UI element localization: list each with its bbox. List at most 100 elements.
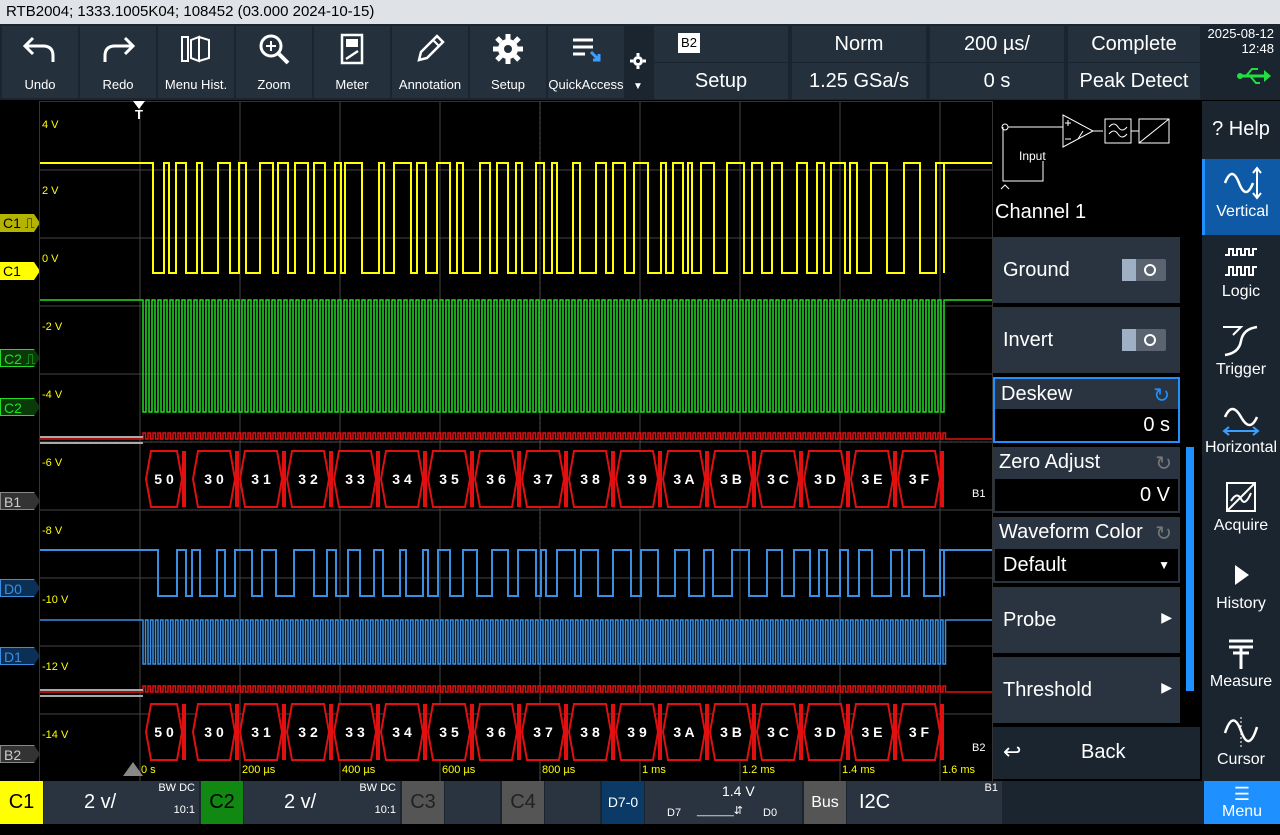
decode-byte-label: 3 B bbox=[720, 471, 742, 487]
redo-icon bbox=[103, 36, 135, 62]
c2-offset-tag[interactable]: C2 bbox=[0, 398, 40, 416]
c1-threshold-tag[interactable]: C1 ⎍ bbox=[0, 214, 40, 232]
chevron-right-icon: ▶ bbox=[1161, 609, 1172, 625]
c3-settings[interactable] bbox=[445, 781, 500, 824]
menu-history-label: Menu Hist. bbox=[164, 77, 228, 92]
threshold-row[interactable]: Threshold ▶ bbox=[993, 657, 1180, 723]
deskew-row[interactable]: Deskew ↻ 0 s bbox=[993, 377, 1180, 443]
c4-button[interactable]: C4 bbox=[502, 781, 544, 824]
c1-button[interactable]: C1 bbox=[0, 781, 43, 824]
channel-panel: Input Channel 1 Ground Invert Deskew ↻ 0… bbox=[993, 101, 1200, 781]
deskew-label: Deskew bbox=[1001, 383, 1073, 405]
zoom-button[interactable]: Zoom bbox=[236, 26, 312, 98]
meter-button[interactable]: Meter bbox=[314, 26, 390, 98]
acquisition-status[interactable]: Complete bbox=[1068, 26, 1200, 62]
ack-bar bbox=[282, 704, 286, 760]
menu-history[interactable]: History bbox=[1202, 551, 1280, 627]
ground-toggle[interactable] bbox=[1122, 259, 1166, 281]
decode-byte-label: 3 3 bbox=[345, 724, 365, 740]
decode-byte-label: 3 2 bbox=[298, 471, 318, 487]
zero-adjust-value[interactable]: 0 V bbox=[995, 479, 1178, 511]
menu-vertical[interactable]: Vertical bbox=[1202, 159, 1280, 235]
reset-icon[interactable]: ↻ bbox=[1153, 383, 1170, 408]
quickaccess-button[interactable]: QuickAccess bbox=[548, 26, 624, 98]
decode-byte-label: 3 1 bbox=[251, 724, 271, 740]
invert-toggle[interactable] bbox=[1122, 329, 1166, 351]
ack-bar bbox=[182, 704, 186, 760]
invert-row[interactable]: Invert bbox=[993, 307, 1180, 373]
horizontal-offset[interactable]: 0 s bbox=[930, 63, 1064, 99]
decode-byte-label: 3 B bbox=[720, 724, 742, 740]
chevron-right-icon: ▶ bbox=[1161, 679, 1172, 695]
probe-row[interactable]: Probe ▶ bbox=[993, 587, 1180, 653]
waveform-color-value: Default bbox=[1003, 554, 1067, 576]
pencil-icon bbox=[417, 34, 445, 62]
trigger-label: Trigger bbox=[1215, 361, 1267, 378]
menu-button[interactable]: ☰ Menu bbox=[1204, 781, 1280, 824]
b2-tag[interactable]: B2 bbox=[0, 745, 40, 763]
b1-tag[interactable]: B1 bbox=[0, 492, 40, 510]
waveform-color-row[interactable]: Waveform Color ↻ Default ▼ bbox=[993, 517, 1180, 583]
menu-cursor[interactable]: Cursor bbox=[1202, 707, 1280, 783]
zero-adjust-row[interactable]: Zero Adjust ↻ 0 V bbox=[993, 447, 1180, 513]
menu-history-button[interactable]: Menu Hist. bbox=[158, 26, 234, 98]
reset-icon[interactable]: ↻ bbox=[1155, 521, 1172, 546]
setup-cell[interactable]: Setup bbox=[654, 63, 788, 99]
tscale-label: 1.4 ms bbox=[842, 764, 876, 776]
bus-settings[interactable]: I2C B1 bbox=[847, 781, 1002, 824]
menu-horizontal[interactable]: Horizontal bbox=[1202, 395, 1280, 471]
ground-row[interactable]: Ground bbox=[993, 237, 1180, 303]
c1-offset-tag[interactable]: C1 bbox=[0, 262, 40, 280]
menu-measure[interactable]: Measure bbox=[1202, 629, 1280, 705]
logic-icon bbox=[1225, 248, 1257, 276]
reset-icon[interactable]: ↻ bbox=[1155, 451, 1172, 476]
digital-threshold-bar-icon: ______⇵ bbox=[697, 805, 743, 817]
window-title: RTB2004; 1333.1005K04; 108452 (03.000 20… bbox=[0, 0, 1280, 24]
decode-byte-label: 3 F bbox=[909, 724, 930, 740]
trigger-position-marker[interactable]: T bbox=[133, 101, 145, 121]
bus-badge-cell[interactable]: B2 bbox=[654, 26, 788, 62]
sample-rate[interactable]: 1.25 GSa/s bbox=[792, 63, 926, 99]
timebase[interactable]: 200 µs/ bbox=[930, 26, 1064, 62]
setup-button[interactable]: Setup bbox=[470, 26, 546, 98]
annotation-button[interactable]: Annotation bbox=[392, 26, 468, 98]
help-button[interactable]: ? Help bbox=[1202, 101, 1280, 157]
bottom-spacer bbox=[1004, 781, 1202, 824]
c1-settings[interactable]: 2 v/ BW DC 10:1 bbox=[44, 781, 199, 824]
channel-diagram: Input Channel 1 bbox=[993, 101, 1200, 235]
menu-logic[interactable]: Logic bbox=[1202, 239, 1280, 315]
c2-settings[interactable]: 2 v/ BW DC 10:1 bbox=[244, 781, 400, 824]
c3-button[interactable]: C3 bbox=[402, 781, 444, 824]
trigger-mode[interactable]: Norm bbox=[792, 26, 926, 62]
ack-bar bbox=[564, 704, 568, 760]
vscale-label: -12 V bbox=[42, 661, 69, 673]
d0-tag[interactable]: D0 bbox=[0, 579, 40, 597]
deskew-value[interactable]: 0 s bbox=[995, 409, 1178, 441]
redo-button[interactable]: Redo bbox=[80, 26, 156, 98]
trigger-level-triangle-icon[interactable] bbox=[123, 762, 143, 776]
ack-bar bbox=[799, 451, 803, 507]
acquisition-mode[interactable]: Peak Detect bbox=[1068, 63, 1200, 99]
panel-scrollbar-thumb[interactable] bbox=[1186, 447, 1194, 691]
c4-settings[interactable] bbox=[545, 781, 600, 824]
waveform-display[interactable]: 5 0 3 0 3 1 3 2 3 3 3 4 3 5 3 6 3 7 3 8 3 9 3 A 3 B 3… bbox=[39, 101, 993, 783]
decode-byte-label: 3 7 bbox=[533, 724, 553, 740]
c2-button[interactable]: C2 bbox=[201, 781, 243, 824]
toolbar-settings-button[interactable]: ▼ bbox=[626, 26, 650, 98]
bus-button[interactable]: Bus bbox=[804, 781, 846, 824]
vscale-label: -14 V bbox=[42, 729, 69, 741]
waveform-color-label: Waveform Color bbox=[999, 521, 1143, 543]
digital-button[interactable]: D7-0 bbox=[602, 781, 644, 824]
decode-byte-label: 3 6 bbox=[486, 724, 506, 740]
menu-trigger[interactable]: Trigger bbox=[1202, 317, 1280, 393]
menu-acquire[interactable]: Acquire bbox=[1202, 473, 1280, 549]
usb-icon bbox=[1237, 68, 1271, 84]
c2-threshold-tag[interactable]: C2 ⎍ bbox=[0, 349, 40, 367]
undo-button[interactable]: Undo bbox=[2, 26, 78, 98]
digital-settings[interactable]: 1.4 V D7 ______⇵ D0 bbox=[645, 781, 802, 824]
vscale-label: 4 V bbox=[42, 119, 59, 131]
waveform-color-select[interactable]: Default ▼ bbox=[995, 549, 1178, 581]
vertical-label: Vertical bbox=[1216, 203, 1269, 220]
back-button[interactable]: ↩ Back bbox=[993, 727, 1200, 779]
d1-tag[interactable]: D1 bbox=[0, 647, 40, 665]
